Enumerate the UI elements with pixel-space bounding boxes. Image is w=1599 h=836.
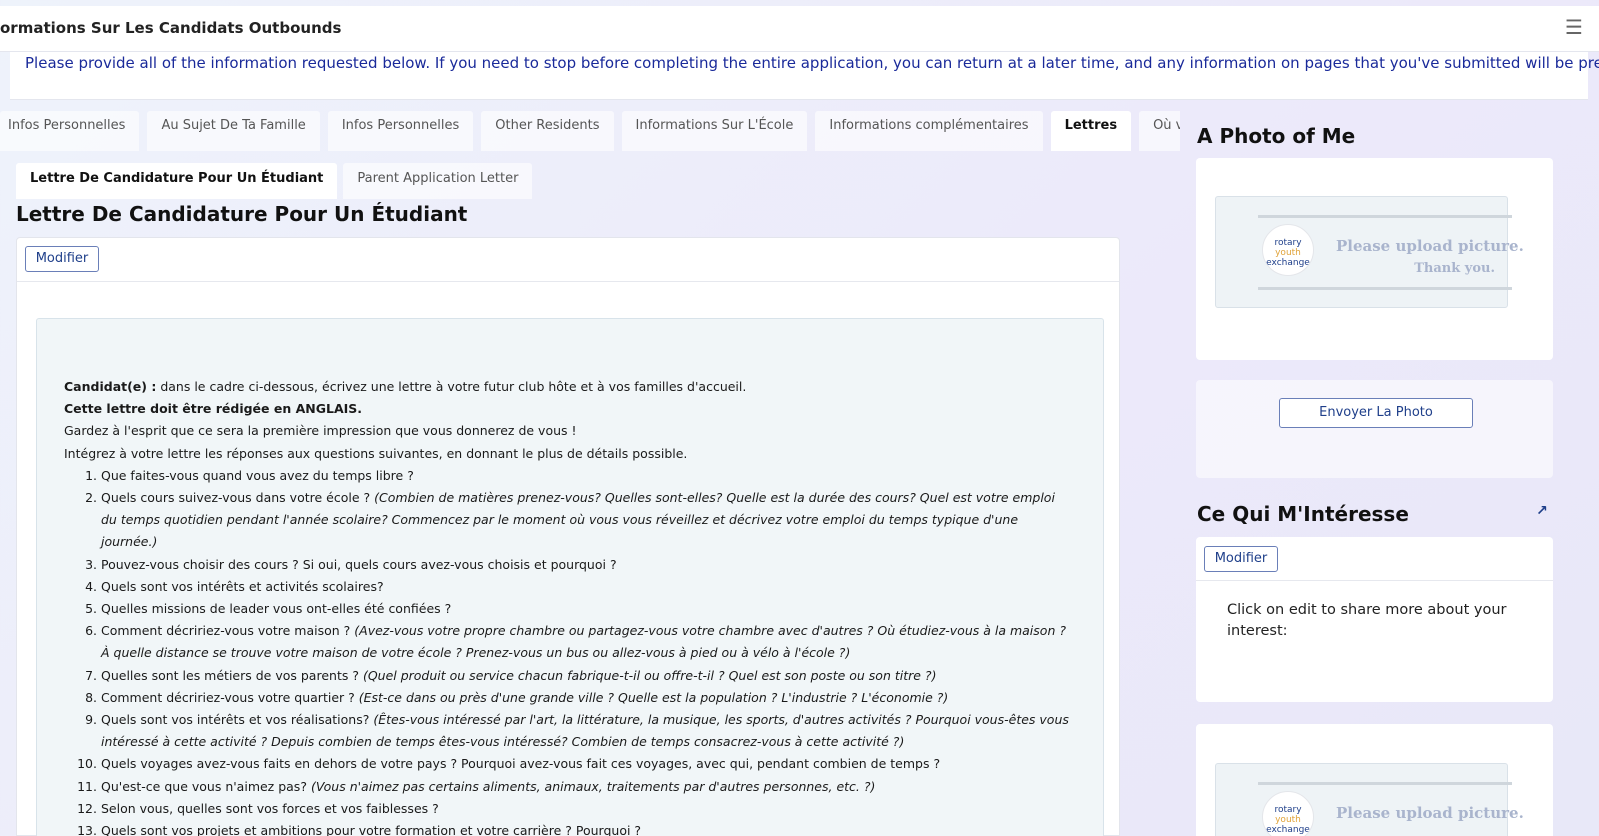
list-item: 9. Quels sont vos intérêts et vos réalisa… xyxy=(64,709,1074,753)
tab-informations-complementaires[interactable]: Informations complémentaires xyxy=(815,111,1043,151)
tab-ou-voudrais-tu[interactable]: Où voudrais-t xyxy=(1139,111,1180,151)
placeholder-divider xyxy=(1258,782,1512,785)
list-item: 13. Quels sont vos projets et ambitions p… xyxy=(64,820,1074,836)
interest-text: Click on edit to share more about your i… xyxy=(1227,602,1507,639)
top-bar: ormations Sur Les Candidats Outbounds ☰ xyxy=(0,6,1599,52)
letter-subtabs: Lettre De Candidature Pour Un Étudiant Pa… xyxy=(16,163,538,199)
question-text: Comment décririez-vous votre maison ? xyxy=(101,623,355,639)
tab-other-residents[interactable]: Other Residents xyxy=(481,111,614,151)
placeholder-thank-you: Thank you. xyxy=(1414,261,1495,276)
list-item: 8. Comment décririez-vous votre quartier … xyxy=(64,687,1074,709)
list-item: 6. Comment décririez-vous votre maison ? … xyxy=(64,620,1074,664)
question-number: 11. xyxy=(77,778,97,794)
question-number: 5. xyxy=(85,601,97,617)
interest-section-title: Ce Qui M'Intéresse xyxy=(1197,502,1409,526)
list-item: 12. Selon vous, quelles sont vos forces e… xyxy=(64,798,1074,820)
page-header-title: ormations Sur Les Candidats Outbounds xyxy=(0,19,342,37)
letter-card-toolbar: Modifier xyxy=(17,238,1119,282)
rotary-youth-exchange-logo: rotary youth exchange xyxy=(1262,791,1314,836)
photo-card: rotary youth exchange Please upload pict… xyxy=(1196,158,1553,360)
photo-section-title: A Photo of Me xyxy=(1197,124,1356,148)
section-title: Lettre De Candidature Pour Un Étudiant xyxy=(16,202,468,226)
placeholder-divider xyxy=(1258,287,1512,290)
tab-lettres[interactable]: Lettres xyxy=(1050,111,1132,151)
subtab-student-letter[interactable]: Lettre De Candidature Pour Un Étudiant xyxy=(16,163,338,199)
candidate-instruction-text: dans le cadre ci-dessous, écrivez une le… xyxy=(156,379,747,394)
instructions-text: Please provide all of the information re… xyxy=(25,54,1599,72)
impression-note: Gardez à l'esprit que ce sera la premièr… xyxy=(64,423,577,439)
list-item: 4. Quels sont vos intérêts et activités s… xyxy=(64,576,1074,598)
subtab-parent-letter[interactable]: Parent Application Letter xyxy=(343,163,533,199)
question-detail: (Vous n'aimez pas certains aliments, ani… xyxy=(310,778,876,794)
list-item: 7. Quelles sont les métiers de vos parent… xyxy=(64,665,1074,687)
second-photo-card: rotary youth exchange Please upload pict… xyxy=(1196,724,1553,836)
edit-letter-button[interactable]: Modifier xyxy=(25,246,99,272)
candidate-instruction: Candidat(e) : dans le cadre ci-dessous, … xyxy=(64,376,1074,398)
question-text: Quels sont vos projets et ambitions pour… xyxy=(101,823,642,836)
question-detail: (Quel produit ou service chacun fabrique… xyxy=(362,667,937,683)
rotary-youth-exchange-logo: rotary youth exchange xyxy=(1262,224,1314,276)
question-number: 9. xyxy=(85,712,97,728)
question-number: 6. xyxy=(85,623,97,639)
tab-informations-sur-l-ecole[interactable]: Informations Sur L'École xyxy=(621,111,808,151)
question-number: 12. xyxy=(77,800,97,816)
question-number: 10. xyxy=(77,756,97,772)
question-text: Que faites-vous quand vous avez du temps… xyxy=(101,467,414,483)
list-item: 11. Qu'est-ce que vous n'aimez pas? (Vous… xyxy=(64,776,1074,798)
question-number: 8. xyxy=(85,689,97,705)
hamburger-menu-icon[interactable]: ☰ xyxy=(1563,16,1585,38)
question-text: Comment décririez-vous votre quartier ? xyxy=(101,689,359,705)
tab-infos-personnelles[interactable]: Infos Personnelles xyxy=(0,111,140,151)
question-detail: (Est-ce dans ou près d'une grande ville … xyxy=(358,689,949,705)
candidate-label: Candidat(e) : xyxy=(64,379,157,394)
integrate-note: Intégrez à votre lettre les réponses aux… xyxy=(64,445,688,461)
question-text: Qu'est-ce que vous n'aimez pas? xyxy=(101,778,311,794)
list-item: 1. Que faites-vous quand vous avez du tem… xyxy=(64,465,1074,487)
list-item: 3. Pouvez-vous choisir des cours ? Si oui… xyxy=(64,554,1074,576)
interest-card-toolbar: Modifier xyxy=(1196,537,1553,581)
question-number: 4. xyxy=(85,578,97,594)
tab-infos-personnelles-2[interactable]: Infos Personnelles xyxy=(327,111,474,151)
instructions-banner: Please provide all of the information re… xyxy=(10,52,1599,100)
question-text: Quels sont vos intérêts et vos réalisati… xyxy=(101,712,374,728)
interest-card: Modifier Click on edit to share more abo… xyxy=(1196,537,1553,702)
placeholder-please-upload: Please upload picture. xyxy=(1336,237,1524,255)
question-number: 1. xyxy=(85,467,97,483)
question-number: 7. xyxy=(85,667,97,683)
list-item: 10. Quels voyages avez-vous faits en deho… xyxy=(64,753,1074,775)
question-text: Quels cours suivez-vous dans votre école… xyxy=(101,490,375,506)
questions-list: 1. Que faites-vous quand vous avez du tem… xyxy=(64,465,1074,836)
list-item: 2. Quels cours suivez-vous dans votre éco… xyxy=(64,487,1074,554)
list-item: 5. Quelles missions de leader vous ont-el… xyxy=(64,598,1074,620)
question-text: Pouvez-vous choisir des cours ? Si oui, … xyxy=(101,556,617,572)
question-number: 13. xyxy=(77,823,97,836)
question-text: Quels sont vos intérêts et activités sco… xyxy=(101,578,384,594)
question-number: 2. xyxy=(85,490,97,506)
placeholder-please-upload: Please upload picture. xyxy=(1336,804,1524,822)
question-number: 3. xyxy=(85,556,97,572)
upload-photo-button[interactable]: Envoyer La Photo xyxy=(1279,398,1473,428)
photo-placeholder: rotary youth exchange Please upload pict… xyxy=(1215,196,1524,308)
upload-photo-area: Envoyer La Photo xyxy=(1196,380,1553,478)
tab-au-sujet-de-ta-famille[interactable]: Au Sujet De Ta Famille xyxy=(147,111,320,151)
letter-instructions: Candidat(e) : dans le cadre ci-dessous, … xyxy=(64,376,1074,836)
question-text: Quelles sont les métiers de vos parents … xyxy=(101,667,363,683)
placeholder-divider xyxy=(1258,215,1512,218)
question-text: Selon vous, quelles sont vos forces et v… xyxy=(101,800,439,816)
english-note: Cette lettre doit être rédigée en ANGLAI… xyxy=(64,401,363,417)
question-text: Quelles missions de leader vous ont-elle… xyxy=(101,601,452,617)
letter-instructions-box: Candidat(e) : dans le cadre ci-dessous, … xyxy=(36,318,1104,836)
letter-card: Modifier Candidat(e) : dans le cadre ci-… xyxy=(16,237,1120,836)
external-expand-icon[interactable]: ↗ xyxy=(1534,503,1550,519)
question-text: Quels voyages avez-vous faits en dehors … xyxy=(101,756,941,772)
photo-placeholder: rotary youth exchange Please upload pict… xyxy=(1215,763,1524,836)
main-tabs: Infos Personnelles Au Sujet De Ta Famille… xyxy=(0,111,1180,151)
edit-interest-button[interactable]: Modifier xyxy=(1204,546,1278,572)
